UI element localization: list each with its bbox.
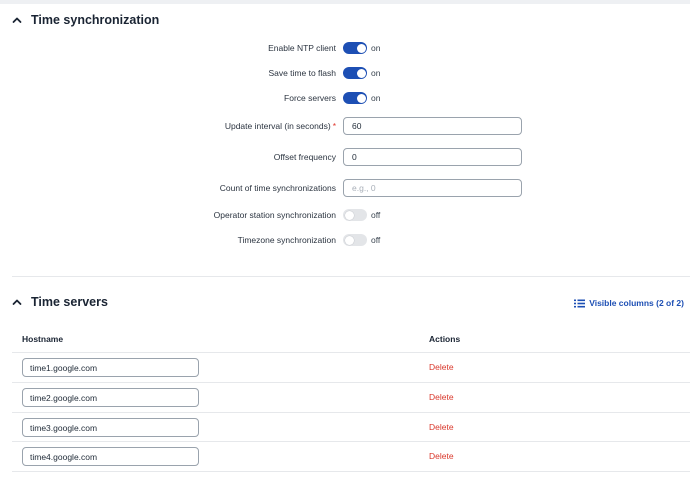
force-servers-toggle[interactable] — [343, 92, 367, 104]
chevron-up-icon[interactable] — [12, 15, 22, 25]
field-save-time-to-flash: Save time to flash on — [0, 63, 690, 83]
field-label: Update interval (in seconds) * — [225, 121, 336, 131]
hostname-input[interactable]: time3.google.com — [22, 418, 199, 437]
field-label: Operator station synchronization — [213, 210, 336, 220]
field-label: Offset frequency — [273, 152, 336, 162]
table-row: time2.google.com Delete — [12, 382, 690, 412]
toggle-knob — [356, 93, 366, 103]
time-sync-header[interactable]: Time synchronization — [12, 10, 159, 30]
toggle-knob — [344, 235, 354, 245]
hostname-input[interactable]: time1.google.com — [22, 358, 199, 377]
field-offset-frequency: Offset frequency 0 — [0, 147, 690, 167]
delete-button[interactable]: Delete — [429, 362, 454, 372]
field-label: Timezone synchronization — [237, 235, 336, 245]
table-bottom-border — [12, 471, 690, 472]
toggle-state: off — [371, 210, 381, 220]
visible-columns-button[interactable]: Visible columns (2 of 2) — [574, 298, 684, 308]
count-of-time-syncs-input[interactable]: e.g., 0 — [343, 179, 522, 197]
time-servers-header[interactable]: Time servers — [12, 292, 108, 312]
column-header-actions: Actions — [429, 334, 461, 344]
toggle-state: on — [371, 68, 381, 78]
table-row: time4.google.com Delete — [12, 441, 690, 471]
delete-button[interactable]: Delete — [429, 422, 454, 432]
update-interval-label: Update interval (in seconds) — [224, 121, 331, 131]
column-header-hostname[interactable]: Hostname — [22, 334, 63, 344]
toggle-knob — [344, 210, 354, 220]
field-enable-ntp-client: Enable NTP client on — [0, 38, 690, 58]
offset-frequency-input[interactable]: 0 — [343, 148, 522, 166]
field-operator-station-sync: Operator station synchronization off — [0, 205, 690, 225]
toggle-knob — [356, 43, 366, 53]
table-row: time1.google.com Delete — [12, 352, 690, 382]
field-count-of-time-syncs: Count of time synchronizations e.g., 0 — [0, 178, 690, 198]
toggle-state: on — [371, 93, 381, 103]
required-mark: * — [332, 121, 336, 131]
visible-columns-label: Visible columns (2 of 2) — [589, 298, 684, 308]
columns-icon — [574, 299, 586, 307]
field-label: Count of time synchronizations — [219, 183, 336, 193]
enable-ntp-client-toggle[interactable] — [343, 42, 367, 54]
field-label: Enable NTP client — [268, 43, 336, 53]
top-divider — [0, 0, 690, 4]
field-label: Save time to flash — [268, 68, 336, 78]
delete-button[interactable]: Delete — [429, 392, 454, 402]
toggle-knob — [356, 68, 366, 78]
toggle-state: off — [371, 235, 381, 245]
time-sync-title: Time synchronization — [31, 13, 160, 27]
field-force-servers: Force servers on — [0, 88, 690, 108]
operator-station-sync-toggle[interactable] — [343, 209, 367, 221]
field-update-interval: Update interval (in seconds) * 60 — [0, 116, 690, 136]
save-time-to-flash-toggle[interactable] — [343, 67, 367, 79]
section-divider — [12, 276, 690, 277]
timezone-sync-toggle[interactable] — [343, 234, 367, 246]
field-label: Force servers — [284, 93, 336, 103]
field-timezone-sync: Timezone synchronization off — [0, 230, 690, 250]
toggle-state: on — [371, 43, 381, 53]
delete-button[interactable]: Delete — [429, 451, 454, 461]
update-interval-input[interactable]: 60 — [343, 117, 522, 135]
table-row: time3.google.com Delete — [12, 412, 690, 442]
chevron-up-icon[interactable] — [12, 297, 22, 307]
hostname-input[interactable]: time4.google.com — [22, 447, 199, 466]
hostname-input[interactable]: time2.google.com — [22, 388, 199, 407]
time-servers-title: Time servers — [31, 295, 108, 309]
